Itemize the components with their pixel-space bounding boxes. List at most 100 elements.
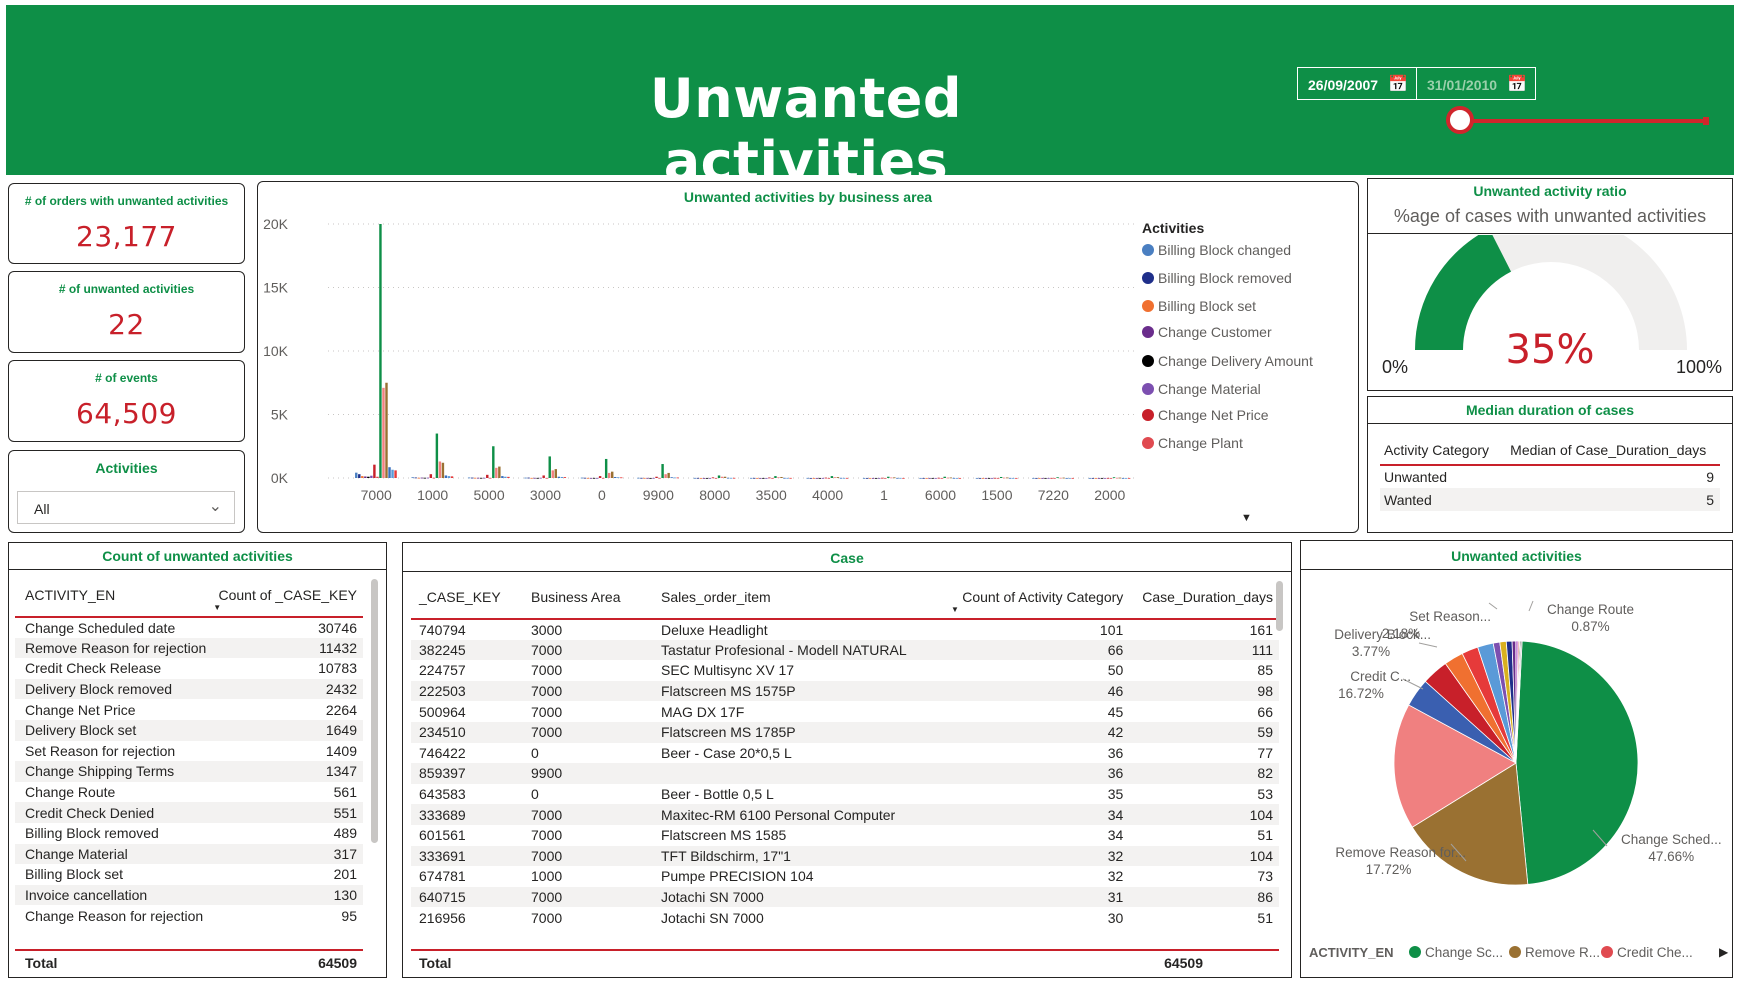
bar[interactable] [489,477,492,479]
bar[interactable] [862,477,866,479]
bar[interactable] [765,477,768,479]
bar[interactable] [732,477,736,479]
column-header[interactable]: ACTIVITY_EN [15,573,213,617]
bar[interactable] [925,477,928,479]
bar[interactable] [836,477,840,478]
column-header[interactable]: Sales_order_item [661,575,951,619]
bar[interactable] [717,475,721,478]
table-row[interactable]: 333691 7000 TFT Bildschirm, 17"1 32 104 [411,845,1279,867]
bar[interactable] [937,477,940,479]
bar[interactable] [1059,477,1062,479]
bar[interactable] [358,474,361,478]
column-header[interactable]: Count of Activity Category ▼ [951,575,1133,619]
bar[interactable] [1106,477,1110,479]
bar[interactable] [467,477,471,479]
legend-item[interactable]: Change Net Price [1142,407,1269,423]
bar[interactable] [592,477,596,479]
bar[interactable] [589,477,593,479]
bar[interactable] [726,477,730,479]
bar[interactable] [586,477,590,479]
bar[interactable] [1056,477,1059,479]
table-row[interactable]: Credit Check Release 10783 [15,658,363,679]
table-row[interactable]: 234510 7000 Flatscreen MS 1785P 42 59 [411,721,1279,743]
bar[interactable] [640,477,643,479]
bar[interactable] [607,472,611,478]
bar[interactable] [476,477,480,479]
bar[interactable] [643,477,646,479]
bar[interactable] [815,477,818,479]
bar[interactable] [417,477,420,479]
slider-end-handle[interactable] [1703,117,1709,125]
bar[interactable] [1005,477,1009,479]
bar[interactable] [495,467,498,478]
bar[interactable] [604,458,608,478]
bar[interactable] [777,477,780,479]
bar[interactable] [984,477,988,479]
bar[interactable] [420,477,423,479]
bar[interactable] [1103,477,1107,479]
bar[interactable] [527,477,530,479]
sort-desc-icon[interactable]: ▼ [951,605,959,614]
bar[interactable] [833,477,837,479]
bar[interactable] [1121,477,1125,479]
bar[interactable] [759,477,762,479]
bar[interactable] [875,477,878,479]
bar[interactable] [376,476,379,478]
bar[interactable] [545,477,548,479]
table-row[interactable]: 643583 0 Beer - Bottle 0,5 L 35 53 [411,784,1279,805]
bar[interactable] [753,477,756,479]
table-row[interactable]: 859397 9900 36 82 [411,763,1279,784]
bar[interactable] [996,477,1000,479]
bar[interactable] [890,477,893,479]
start-date-input[interactable]: 26/09/2007 📅 [1297,67,1417,100]
bar[interactable] [696,477,700,479]
bar[interactable] [1112,477,1116,479]
bar[interactable] [868,477,872,479]
bar[interactable] [361,476,364,478]
bar[interactable] [865,477,869,479]
chevron-down-icon[interactable]: ⌄ [209,496,222,516]
bar[interactable] [723,476,727,478]
end-date-input[interactable]: 31/01/2010 📅 [1416,67,1536,100]
bar[interactable] [470,477,474,479]
bar[interactable] [447,476,451,478]
bar[interactable] [673,477,676,479]
bar[interactable] [812,477,815,479]
bar[interactable] [411,477,414,479]
bar[interactable] [655,476,658,478]
table-row[interactable]: Invoice cancellation 130 [15,884,363,906]
bar[interactable] [382,387,385,478]
bar[interactable] [583,477,587,479]
bar[interactable] [999,476,1003,478]
bar[interactable] [839,477,843,479]
column-header[interactable]: Count of _CASE_KEY ▼ [213,573,363,617]
table-row[interactable]: Remove Reason for rejection 11432 [15,637,363,659]
table-row[interactable]: 740794 3000 Deluxe Headlight 101 161 [411,619,1279,640]
table-row[interactable]: Change Scheduled date 30746 [15,617,363,638]
table-row[interactable]: Change Net Price 2264 [15,699,363,720]
bar[interactable] [426,477,430,479]
calendar-icon[interactable]: 📅 [1507,74,1527,94]
table-row[interactable]: Change Material 317 [15,843,363,865]
bar[interactable] [554,469,557,478]
bar[interactable] [958,477,962,479]
bar[interactable] [473,477,477,479]
bar[interactable] [1068,477,1071,479]
pie-slice[interactable] [1515,640,1639,885]
bar[interactable] [762,477,765,479]
bar[interactable] [646,477,649,479]
bar[interactable] [714,477,718,479]
bar[interactable] [367,476,370,478]
bar[interactable] [1050,477,1053,479]
bar[interactable] [949,477,952,479]
legend-item[interactable]: Billing Block set [1142,298,1256,314]
bar[interactable] [987,477,991,479]
bar[interactable] [664,474,667,478]
bar[interactable] [364,476,367,478]
bar[interactable] [702,477,706,479]
legend-next-icon[interactable]: ▶ [1719,945,1728,959]
legend-item[interactable]: Change Delivery Amount [1142,353,1313,369]
bar[interactable] [955,477,959,479]
bar[interactable] [705,477,709,479]
bar[interactable] [423,477,426,479]
